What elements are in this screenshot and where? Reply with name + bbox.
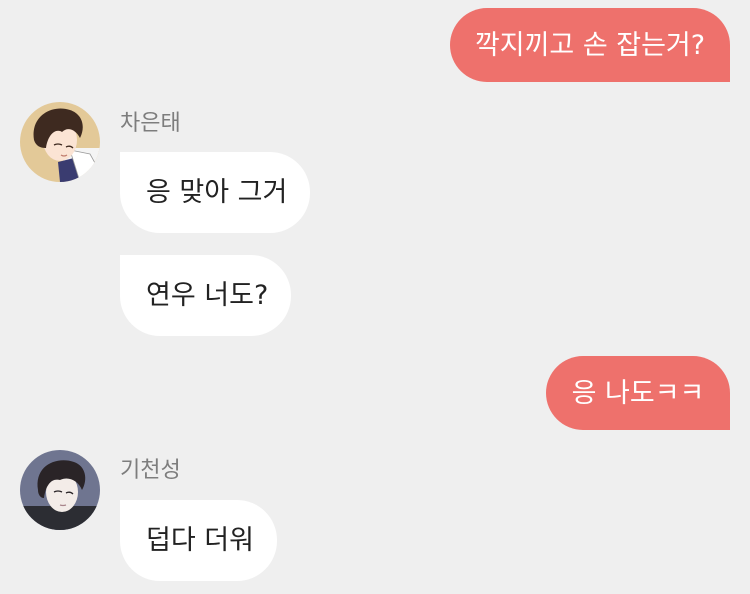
outgoing-message-bubble[interactable]: 깍지끼고 손 잡는거? — [450, 8, 730, 82]
incoming-message-bubble[interactable]: 연우 너도? — [120, 255, 291, 336]
incoming-message-bubble[interactable]: 덥다 더워 — [120, 500, 277, 581]
message-text: 덥다 더워 — [146, 525, 254, 556]
avatar-gicheonseong[interactable] — [20, 450, 100, 530]
avatar-chaeuntae[interactable] — [20, 102, 100, 182]
avatar-illustration — [20, 450, 100, 530]
sender-name: 기천성 — [120, 458, 181, 483]
outgoing-message-bubble[interactable]: 응 나도ㅋㅋ — [546, 356, 730, 430]
sender-name: 차은태 — [120, 111, 181, 136]
message-text: 응 나도ㅋㅋ — [571, 377, 705, 409]
avatar-illustration — [20, 102, 100, 182]
message-text: 연우 너도? — [146, 280, 269, 311]
message-text: 깍지끼고 손 잡는거? — [474, 29, 706, 61]
message-text: 응 맞아 그거 — [146, 177, 288, 208]
incoming-message-bubble[interactable]: 응 맞아 그거 — [120, 152, 310, 233]
